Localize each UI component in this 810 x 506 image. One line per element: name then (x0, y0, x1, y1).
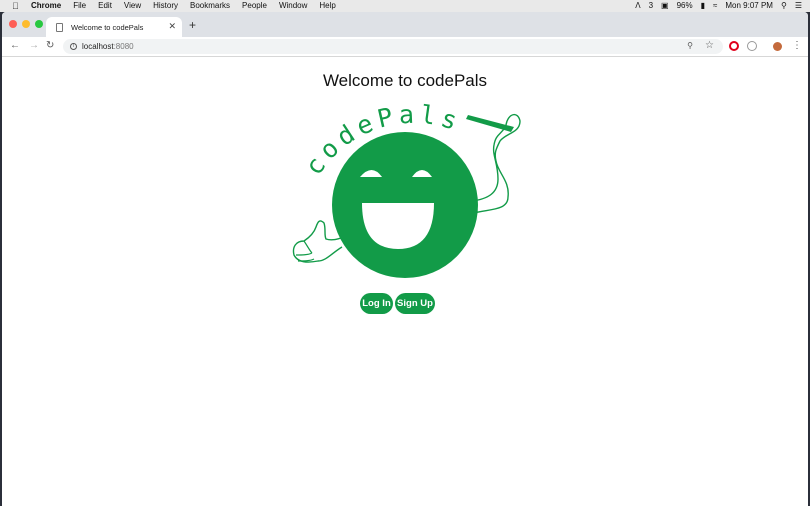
right-arm (471, 114, 521, 214)
menu-view[interactable]: View (124, 0, 141, 12)
browser-toolbar: ← → ↻ i localhost:8080 ⚲ ☆ ⋮ (2, 37, 808, 57)
menu-edit[interactable]: Edit (98, 0, 112, 12)
menu-bookmarks[interactable]: Bookmarks (190, 0, 230, 12)
minimize-window-button[interactable] (22, 20, 30, 28)
opera-extension-icon[interactable] (729, 41, 739, 51)
login-button[interactable]: Log In (360, 293, 393, 314)
zoom-icon[interactable]: ⚲ (687, 41, 693, 50)
menu-history[interactable]: History (153, 0, 178, 12)
wifi-icon[interactable]: ≈ (713, 0, 717, 12)
reload-icon[interactable]: ↻ (46, 40, 54, 52)
clipboard-icon[interactable]: ▣ (661, 0, 669, 12)
address-port: :8080 (113, 42, 134, 51)
page-icon (56, 22, 63, 32)
forward-arrow-icon[interactable]: → (29, 40, 39, 52)
page-title: Welcome to codePals (322, 71, 488, 90)
info-icon[interactable]: i (70, 43, 77, 50)
tab-title: Welcome to codePals (71, 22, 144, 32)
back-arrow-icon[interactable]: ← (10, 40, 20, 52)
more-menu-icon[interactable]: ⋮ (792, 40, 802, 52)
browser-tab[interactable]: Welcome to codePals ✕ (46, 17, 182, 37)
macos-menu-bar:  Chrome File Edit View History Bookmark… (0, 0, 810, 12)
status-badge-count: 3 (648, 1, 654, 10)
menu-app-name[interactable]: Chrome (31, 0, 61, 12)
clock-text[interactable]: Mon 9:07 PM (725, 0, 773, 12)
new-tab-button[interactable]: + (189, 19, 196, 31)
menu-people[interactable]: People (242, 0, 267, 12)
page-content: Welcome to codePals codePals Log In Sign… (2, 57, 808, 506)
signup-button[interactable]: Sign Up (395, 293, 435, 314)
bookmark-star-icon[interactable]: ☆ (705, 40, 714, 51)
close-tab-icon[interactable]: ✕ (168, 21, 176, 32)
address-host: localhost (82, 42, 114, 51)
menu-window[interactable]: Window (279, 0, 307, 12)
globe-extension-icon[interactable] (747, 41, 757, 51)
close-window-button[interactable] (9, 20, 17, 28)
address-bar[interactable]: i localhost:8080 ⚲ ☆ (63, 39, 723, 54)
zoom-window-button[interactable] (35, 20, 43, 28)
codepals-logo: codePals (292, 101, 521, 278)
battery-percent: 96% (676, 1, 693, 10)
menu-help[interactable]: Help (319, 0, 335, 12)
auth-buttons: Log In Sign Up (360, 293, 435, 314)
tab-strip: Welcome to codePals ✕ + (2, 12, 808, 37)
notification-center-icon[interactable]: ☰ (795, 0, 802, 12)
spotlight-search-icon[interactable]: ⚲ (781, 0, 787, 12)
apple-icon[interactable]:  (12, 1, 21, 11)
battery-icon[interactable]: ▮ (701, 0, 705, 12)
profile-avatar[interactable] (773, 42, 782, 51)
adobe-icon[interactable]: Λ (635, 0, 640, 12)
browser-window: Welcome to codePals ✕ + ← → ↻ i localhos… (2, 12, 808, 506)
menu-file[interactable]: File (73, 0, 86, 12)
thumb-detail (295, 240, 315, 262)
